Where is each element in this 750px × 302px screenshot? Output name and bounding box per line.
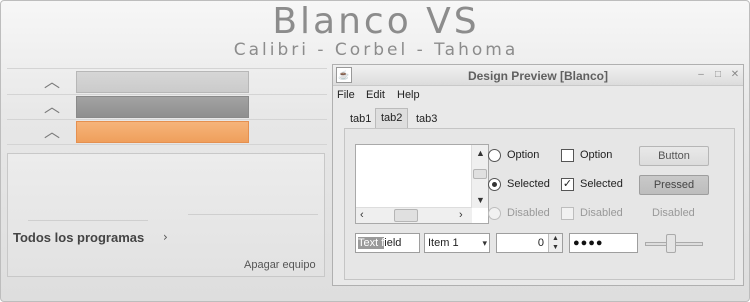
checkbox-selected[interactable]: ✓ xyxy=(561,178,574,191)
window-titlebar[interactable]: ☕ Design Preview [Blanco] – □ ✕ xyxy=(333,65,743,86)
pressed-button[interactable]: Pressed xyxy=(639,175,709,195)
horizontal-scrollbar[interactable]: ‹ › xyxy=(356,207,472,223)
menu-strip-normal[interactable]: ︿ xyxy=(7,71,327,93)
tab-3[interactable]: tab3 xyxy=(413,111,440,128)
design-preview-window: ☕ Design Preview [Blanco] – □ ✕ File Edi… xyxy=(332,64,744,286)
menu-bar: File Edit Help xyxy=(333,86,743,105)
shutdown-button[interactable]: Apagar equipo xyxy=(244,259,316,271)
strip-bar-hover[interactable] xyxy=(76,96,249,118)
radio-disabled-label: Disabled xyxy=(507,207,550,219)
radio-option-label: Option xyxy=(507,149,540,161)
menu-strip-selected[interactable]: ︿ xyxy=(7,121,327,143)
menu-edit[interactable]: Edit xyxy=(366,89,385,101)
chevron-down-icon: ▾ xyxy=(482,238,487,248)
theme-preview-panel: Blanco VS Calibri - Corbel - Tahoma ︿ ︿ … xyxy=(0,0,750,302)
window-title: Design Preview [Blanco] xyxy=(467,69,609,83)
strip-bar-selected[interactable] xyxy=(76,121,249,143)
menu-strip-hover[interactable]: ︿ xyxy=(7,96,327,118)
divider xyxy=(7,144,327,145)
spinner-down-icon[interactable]: ▼ xyxy=(549,243,562,252)
text-field[interactable]: Text field xyxy=(355,233,420,253)
divider xyxy=(188,214,318,215)
spinner-up-icon[interactable]: ▲ xyxy=(549,234,562,243)
radio-disabled xyxy=(488,207,501,220)
checkbox-disabled xyxy=(561,207,574,220)
scroll-thumb[interactable] xyxy=(473,169,487,179)
disabled-button: Disabled xyxy=(652,207,695,219)
scroll-up-icon[interactable]: ▲ xyxy=(476,148,485,158)
divider xyxy=(7,94,327,95)
strip-bar-normal[interactable] xyxy=(76,71,249,93)
spinner-buttons[interactable]: ▲ ▼ xyxy=(548,234,562,252)
radio-selected-label: Selected xyxy=(507,178,550,190)
divider xyxy=(7,68,327,69)
menu-file[interactable]: File xyxy=(337,89,355,101)
text-field-rest: ield xyxy=(384,237,402,249)
number-spinner[interactable]: 0 ▲ ▼ xyxy=(496,233,563,253)
scroll-right-icon[interactable]: › xyxy=(459,209,463,221)
chevron-right-icon: › xyxy=(163,230,168,244)
radio-selected[interactable] xyxy=(488,178,501,191)
all-programs-link[interactable]: Todos los programas xyxy=(13,230,144,245)
text-field-selection: Text f xyxy=(358,237,385,249)
chevron-up-icon: ︿ xyxy=(43,97,60,116)
scroll-down-icon[interactable]: ▼ xyxy=(476,195,485,205)
menu-help[interactable]: Help xyxy=(397,89,420,101)
theme-title: Blanco VS xyxy=(272,1,480,42)
checkbox-selected-label: Selected xyxy=(580,178,623,190)
checkbox-option[interactable] xyxy=(561,149,574,162)
password-field[interactable]: ●●●● xyxy=(569,233,638,253)
spinner-value: 0 xyxy=(537,237,544,249)
item-combobox[interactable]: Item 1 ▾ xyxy=(424,233,490,253)
combobox-value: Item 1 xyxy=(428,237,459,249)
divider xyxy=(7,119,327,120)
close-icon[interactable]: ✕ xyxy=(729,69,741,81)
tab-2[interactable]: tab2 xyxy=(375,108,409,128)
tab-panel: ▲ ▼ ‹ › Option Selected Disabled Option xyxy=(344,128,735,280)
scroll-list[interactable]: ▲ ▼ ‹ › xyxy=(355,144,489,224)
theme-subtitle: Calibri - Corbel - Tahoma xyxy=(233,40,519,60)
divider xyxy=(28,220,148,221)
vertical-scrollbar[interactable]: ▲ ▼ xyxy=(471,145,488,208)
tab-1[interactable]: tab1 xyxy=(347,111,374,128)
checkbox-option-label: Option xyxy=(580,149,613,161)
radio-option[interactable] xyxy=(488,149,501,162)
chevron-up-icon: ︿ xyxy=(43,72,60,91)
maximize-icon[interactable]: □ xyxy=(712,69,724,81)
slider-thumb[interactable] xyxy=(666,234,676,253)
scroll-left-icon[interactable]: ‹ xyxy=(360,209,364,221)
minimize-icon[interactable]: – xyxy=(695,69,707,81)
scroll-thumb[interactable] xyxy=(394,209,418,222)
checkbox-disabled-label: Disabled xyxy=(580,207,623,219)
chevron-up-icon: ︿ xyxy=(43,122,60,141)
sample-button[interactable]: Button xyxy=(639,146,709,166)
